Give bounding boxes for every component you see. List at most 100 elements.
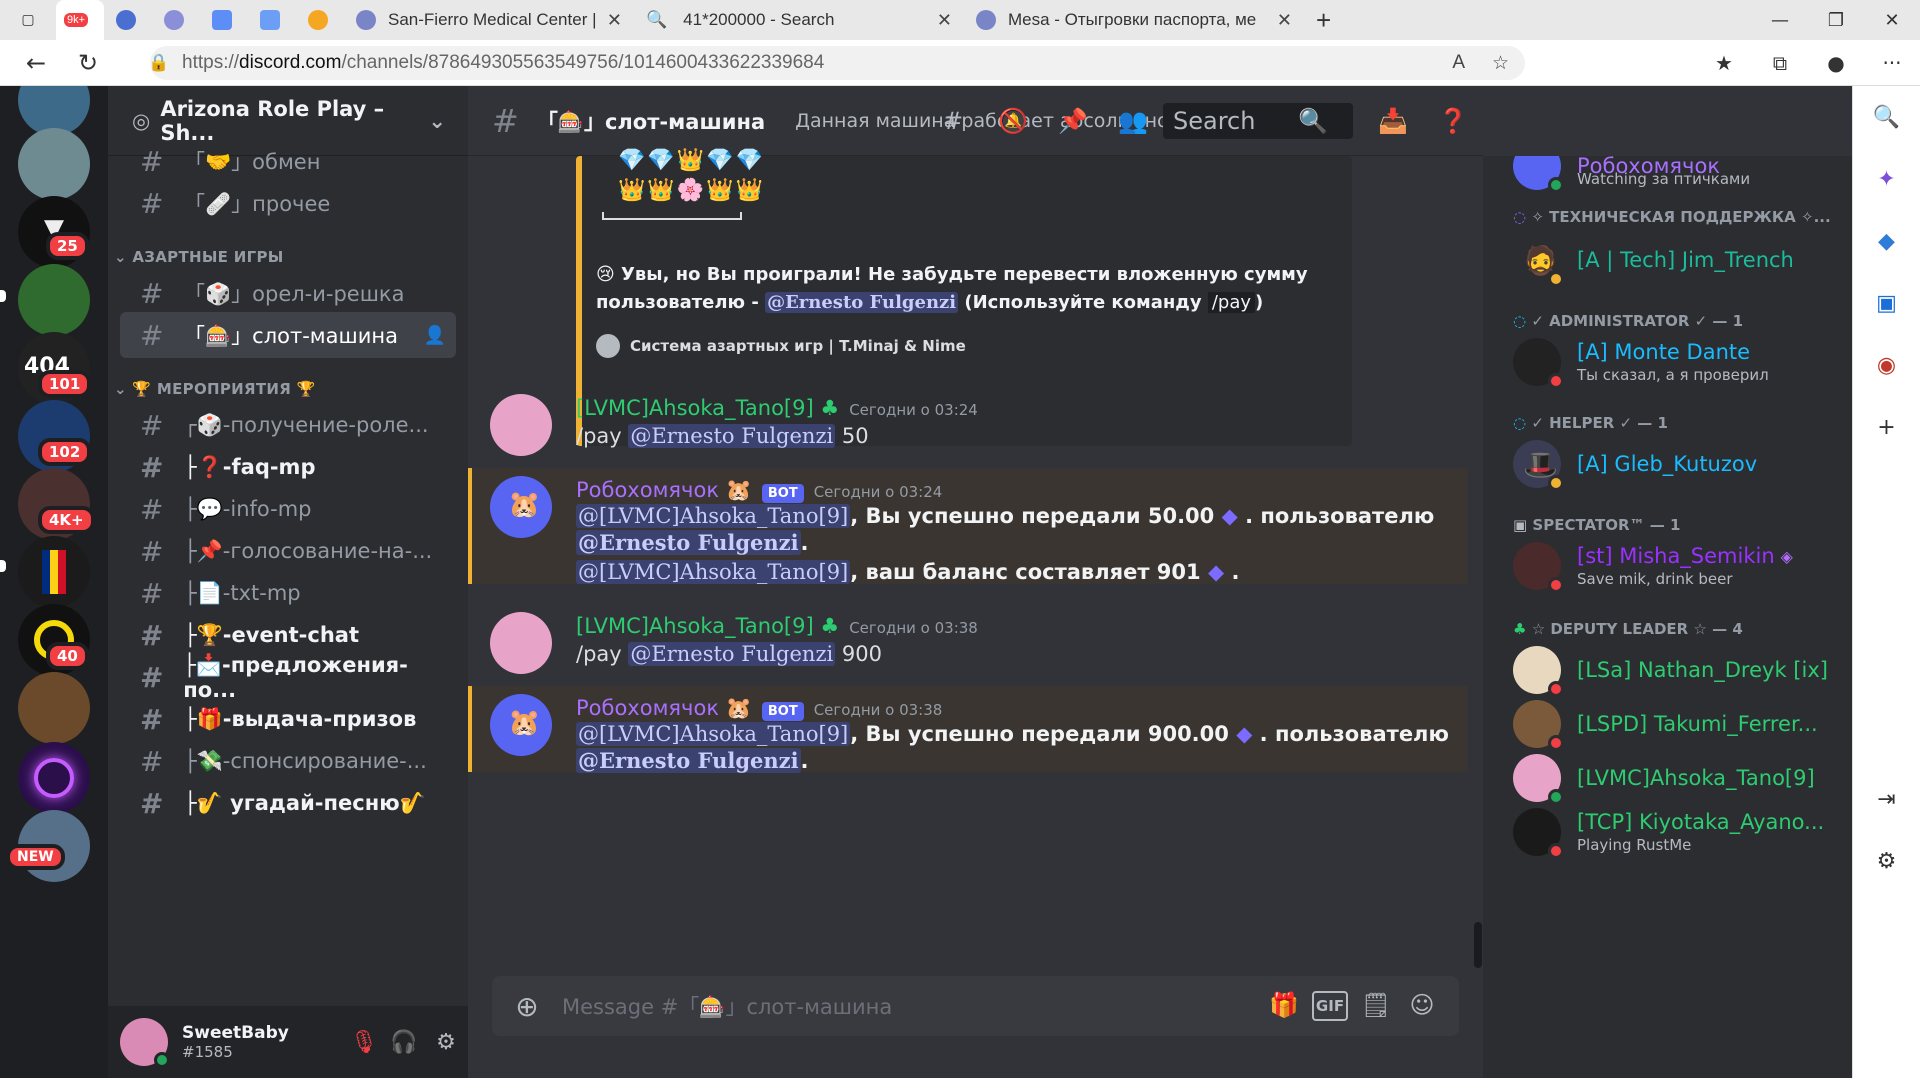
avatar[interactable] [490,612,552,674]
sticker-icon[interactable]: 🗒 [1353,991,1399,1021]
member-item[interactable]: [LSPD] Takumi_Ferrer... [1513,700,1818,751]
settings-icon[interactable]: ⚙ [1853,830,1920,892]
shopping-icon[interactable]: ◆ [1853,210,1920,272]
back-icon[interactable]: ← [10,49,62,77]
member-item[interactable]: 🧔 [A | Tech] Jim_Trench [1513,236,1794,287]
tab-pinned-5[interactable] [296,0,344,40]
server-icon[interactable] [18,672,90,744]
bot-avatar[interactable]: 🐹 [490,476,552,538]
member-item[interactable]: 🎩 [A] Gleb_Kutuzov [1513,440,1757,491]
member-item[interactable]: [st] Misha_Semikin ◈ Save mik, drink beer [1513,542,1793,593]
member-item[interactable]: [LSa] Nathan_Dreyk [ix] [1513,646,1828,697]
threads-icon[interactable]: # [923,107,983,135]
tab-discord[interactable]: 9k+ [56,0,104,40]
channel-item[interactable]: # ├❓-faq-mp [120,444,456,490]
message-author[interactable]: [LVMC]Ahsoka_Tano[9] ♣ Сегодни о 03:38 [576,614,978,638]
user-mention[interactable]: @[LVMC]Ahsoka_Tano[9] [576,722,851,746]
channel-item[interactable]: # 「🤝」обмен [120,138,456,184]
copilot-icon[interactable]: ✦ [1853,148,1920,210]
gear-icon[interactable]: ⚙ [424,1030,468,1055]
notification-bell-icon[interactable]: 🔕 [983,107,1043,135]
read-aloud-icon[interactable]: A [1452,52,1465,74]
channel-item[interactable]: # ├🎁-выдача-призов [120,696,456,742]
tab-search[interactable]: 🔍 41*200000 - Search ✕ [634,0,964,40]
close-tab-icon[interactable]: ✕ [597,10,622,31]
headphones-icon[interactable]: 🎧 [384,1030,424,1055]
avatar[interactable] [120,1018,170,1068]
message-author[interactable]: [LVMC]Ahsoka_Tano[9] ♣ Сегодни о 03:24 [576,396,978,420]
new-tab-button[interactable]: + [1304,0,1364,40]
search-input[interactable]: Search 🔍 [1163,103,1353,139]
collections-icon[interactable]: ⧉ [1752,51,1808,75]
channel-item[interactable]: # 「🎲」орел-и-решка [120,270,456,316]
add-icon[interactable]: + [1853,396,1920,458]
tab-pinned-2[interactable] [152,0,200,40]
message-input[interactable]: Message #「🎰」слот-машина [562,991,892,1021]
invite-icon[interactable]: 👤 [424,325,446,346]
mute-mic-icon[interactable]: 🎙 [344,1030,384,1055]
channel-item[interactable]: # ├🏆-event-chat [120,612,456,658]
add-attachment-icon[interactable]: ⊕ [492,990,562,1023]
refresh-icon[interactable]: ↻ [62,49,114,77]
server-icon[interactable] [18,128,90,200]
close-tab-icon[interactable]: ✕ [927,10,952,31]
channel-item[interactable]: # ├📌-голосование-на-... [120,528,456,574]
channel-item[interactable]: # ├🎷 угадай-песню🎷 [120,780,456,826]
user-mention[interactable]: @Ernesto Fulgenzi [576,530,801,555]
user-mention[interactable]: @Ernesto Fulgenzi [576,748,801,773]
member-item[interactable]: [TCP] Kiyotaka_Ayano... Playing RustMe [1513,808,1824,859]
split-screen-icon[interactable]: ⇥ [1853,768,1920,830]
more-icon[interactable]: ··· [1864,51,1920,75]
gift-icon[interactable]: 🎁 [1261,991,1307,1021]
category-gambling[interactable]: ⌄ АЗАРТНЫЕ ИГРЫ [114,248,284,266]
inbox-icon[interactable]: 📥 [1363,107,1423,135]
tab-san-fierro[interactable]: San-Fierro Medical Center | ((Бин ✕ [344,0,634,40]
channel-item[interactable]: # ├💬-info-mp [120,486,456,532]
member-list-icon[interactable]: 👥 [1103,107,1163,135]
help-icon[interactable]: ❓ [1423,107,1483,135]
member-item[interactable]: [LVMC]Ahsoka_Tano[9] [1513,754,1815,805]
user-mention[interactable]: @[LVMC]Ahsoka_Tano[9] [576,560,851,584]
user-mention[interactable]: @[LVMC]Ahsoka_Tano[9] [576,504,851,528]
channel-item[interactable]: # ├📄-txt-mp [120,570,456,616]
chat-scrollbar[interactable] [1474,922,1482,968]
avatar[interactable] [490,394,552,456]
channel-item[interactable]: # 「🩹」прочее [120,180,456,226]
app-icon[interactable]: ◉ [1853,334,1920,396]
bot-avatar[interactable]: 🐹 [490,694,552,756]
channel-item[interactable]: # ┌🎲-получение-роле... [120,402,456,448]
tab-actions-icon[interactable]: ▢ [0,0,56,40]
member-item[interactable]: [A] Monte Dante Ты сказал, а я проверил [1513,338,1769,389]
user-mention[interactable]: @Ernesto Fulgenzi [765,292,959,313]
favorites-icon[interactable]: ★ [1696,51,1752,75]
member-item[interactable]: Робохомячок Watching за птичками [1513,156,1750,193]
channel-item[interactable]: # ├💸-спонсирование-... [120,738,456,784]
emoji-icon[interactable]: ☺ [1399,991,1445,1021]
message-author[interactable]: Робохомячок 🐹 BOT Сегодни о 03:38 [576,696,942,721]
server-icon[interactable] [18,742,90,814]
server-icon[interactable] [18,264,90,336]
search-icon[interactable]: 🔍 [1853,86,1920,148]
tab-pinned-4[interactable] [248,0,296,40]
tab-mesa[interactable]: Mesa - Отыгровки паспорта, ме ✕ [964,0,1304,40]
gif-button[interactable]: GIF [1312,991,1348,1021]
user-mention[interactable]: @Ernesto Fulgenzi [628,424,836,448]
add-favorite-icon[interactable]: ☆ [1492,52,1509,75]
channel-item[interactable]: # ├📩-предложения-по... [120,653,456,702]
minimize-icon[interactable]: — [1752,10,1808,31]
category-events[interactable]: ⌄ 🏆 МЕРОПРИЯТИЯ 🏆 [114,380,316,398]
server-icon[interactable] [18,536,90,608]
outlook-icon[interactable]: ▣ [1853,272,1920,334]
tab-pinned-3[interactable] [200,0,248,40]
pin-icon[interactable]: 📌 [1043,107,1103,135]
close-window-icon[interactable]: ✕ [1864,10,1920,31]
url-field[interactable]: 🔒 https://discord.com/channels/878649305… [148,46,1525,80]
tab-pinned-1[interactable] [104,0,152,40]
close-tab-icon[interactable]: ✕ [1267,10,1292,31]
user-mention[interactable]: @Ernesto Fulgenzi [628,642,836,666]
channel-item-active[interactable]: # 「🎰」слот-машина 👤 [120,312,456,358]
message-author[interactable]: Робохомячок 🐹 BOT Сегодни о 03:24 [576,478,942,503]
restore-icon[interactable]: ❐ [1808,10,1864,31]
profile-icon[interactable]: ● [1808,51,1864,75]
message-composer[interactable]: ⊕ Message #「🎰」слот-машина 🎁 GIF 🗒 ☺ [492,976,1459,1036]
